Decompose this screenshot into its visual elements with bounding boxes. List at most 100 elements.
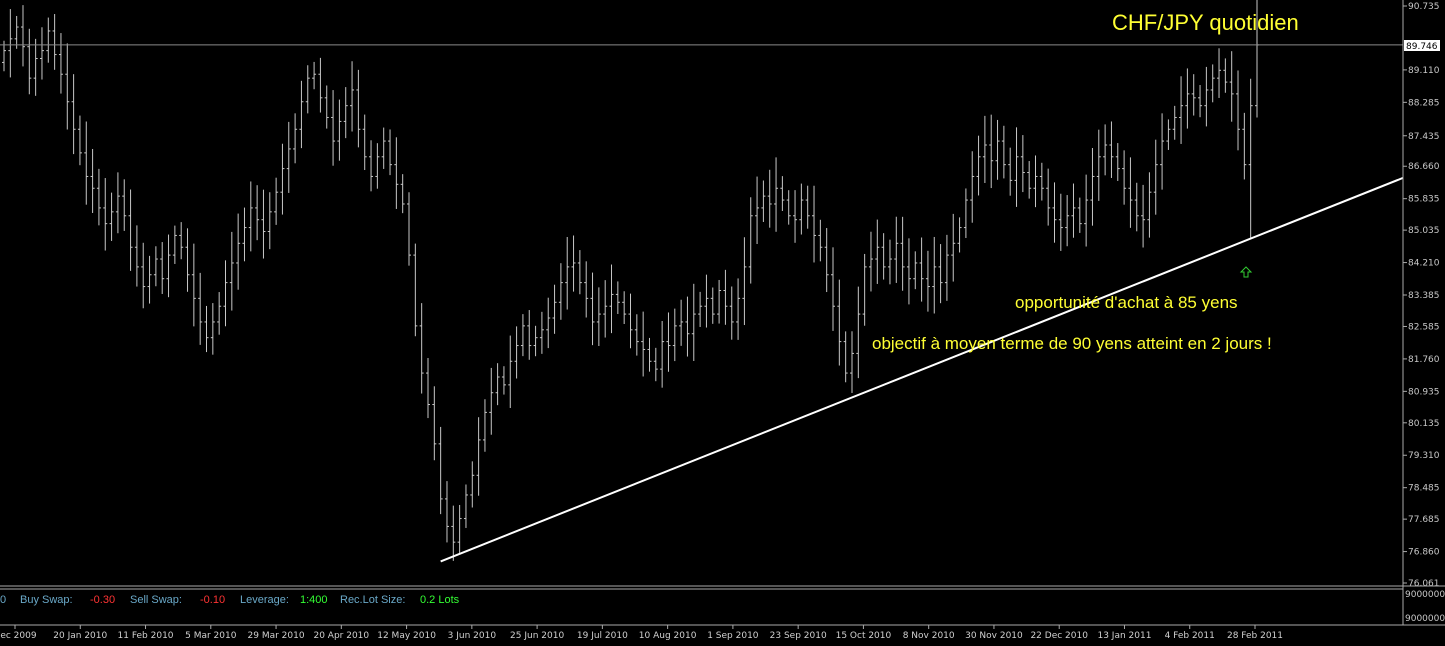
ohlc-bar [369, 140, 374, 192]
ohlc-bar [312, 61, 317, 90]
date-tick-label: 1 Sep 2010 [707, 631, 759, 641]
ohlc-bar [552, 284, 557, 334]
ohlc-bar [761, 180, 766, 222]
ohlc-bar [615, 281, 620, 314]
info-lead: 0 [0, 594, 6, 606]
ohlc-bar [324, 85, 329, 129]
date-tick-label: 20 Jan 2010 [53, 631, 107, 641]
ohlc-bar [527, 310, 532, 360]
ohlc-bar [1141, 184, 1146, 248]
ohlc-bar [39, 27, 44, 80]
ohlc-bar [1046, 168, 1051, 226]
ohlc-bar [970, 151, 975, 223]
ohlc-bar [932, 236, 937, 314]
ohlc-bar [1134, 182, 1139, 232]
ohlc-bar [533, 325, 538, 357]
ohlc-bar [1109, 121, 1114, 178]
ohlc-bar [1027, 161, 1032, 199]
date-tick-label: 29 Mar 2010 [248, 631, 305, 641]
ohlc-bar [476, 417, 481, 496]
ohlc-bar [109, 192, 114, 241]
date-tick-label: 30 Nov 2010 [965, 631, 1023, 641]
ohlc-bar [1204, 66, 1209, 127]
ohlc-bar [84, 121, 89, 205]
ohlc-bar [77, 115, 82, 166]
date-tick-label: Dec 2009 [0, 631, 37, 641]
ohlc-bar [736, 278, 741, 340]
ohlc-bar [1084, 174, 1089, 247]
price-tick-label: 76.860 [1408, 548, 1440, 558]
ohlc-bar [1242, 112, 1247, 180]
ohlc-bar [115, 172, 120, 234]
price-tick-label: 84.210 [1408, 259, 1440, 269]
ohlc-bar [767, 169, 772, 228]
ohlc-bar [793, 190, 798, 243]
ohlc-bar [20, 5, 25, 67]
ohlc-bar [274, 177, 279, 225]
ohlc-bar [514, 326, 519, 379]
buy-swap-value: -0.30 [90, 594, 115, 606]
ohlc-bar [856, 286, 861, 379]
date-tick-label: 5 Mar 2010 [185, 631, 237, 641]
price-tick-label: 89.110 [1408, 66, 1440, 76]
ohlc-bar [546, 297, 551, 349]
ohlc-bar [1248, 78, 1253, 240]
annotation-target-reached: objectif à moyen terme de 90 yens attein… [872, 334, 1272, 353]
ohlc-bar [837, 279, 842, 366]
ohlc-bar [337, 99, 342, 161]
ohlc-bar [495, 363, 500, 406]
ohlc-bar [596, 287, 601, 346]
ohlc-bar [1008, 147, 1013, 196]
price-tick-label: 80.135 [1408, 419, 1440, 429]
date-tick-label: 19 Jul 2010 [577, 631, 628, 641]
ohlc-bar [679, 299, 684, 346]
ohlc-bar [1103, 124, 1108, 176]
price-tick-label: 88.285 [1408, 98, 1440, 108]
ohlc-bar [666, 312, 671, 372]
ohlc-bar [634, 314, 639, 356]
ohlc-bar [457, 504, 462, 555]
ohlc-bar [881, 233, 886, 280]
ohlc-bar [362, 114, 367, 171]
ohlc-bar [8, 9, 13, 78]
lot-size-value: 0.2 Lots [420, 594, 460, 606]
ohlc-bar [704, 274, 709, 328]
ohlc-bar [508, 335, 513, 408]
ohlc-bar [875, 219, 880, 284]
chart-canvas[interactable]: CHF/JPY quotidien opportunité d'achat à … [0, 0, 1445, 646]
ohlc-bar [774, 157, 779, 232]
ohlc-bar [1198, 85, 1203, 118]
price-tick-label: 85.835 [1408, 195, 1440, 205]
price-tick-label: 77.685 [1408, 515, 1440, 525]
info-bar: 0 Buy Swap: -0.30 Sell Swap: -0.10 Lever… [0, 594, 460, 606]
ohlc-bar [590, 272, 595, 346]
ohlc-bar [868, 231, 873, 292]
annotation-buy-opportunity: opportunité d'achat à 85 yens [1015, 293, 1238, 312]
ohlc-bar [153, 246, 158, 287]
ohlc-bar [742, 237, 747, 326]
ohlc-bar [584, 261, 589, 318]
ohlc-bar [160, 242, 165, 294]
ohlc-bar [223, 260, 228, 327]
ohlc-bar [1058, 193, 1063, 251]
ohlc-bar [1229, 51, 1234, 122]
ohlc-bar [52, 14, 57, 70]
ohlc-bar [463, 484, 468, 528]
ohlc-bar [1090, 147, 1095, 226]
ohlc-bar [501, 366, 506, 395]
date-tick-label: 22 Dec 2010 [1030, 631, 1088, 641]
date-tick-label: 28 Feb 2011 [1227, 631, 1283, 641]
date-tick-label: 8 Nov 2010 [903, 631, 955, 641]
ohlc-bar [1153, 139, 1158, 215]
ohlc-bar [90, 148, 95, 213]
ohlc-bar [331, 90, 336, 166]
ohlc-bar [698, 291, 703, 327]
ohlc-bar [571, 235, 576, 292]
ohlc-bar [780, 176, 785, 211]
support-trendline[interactable] [440, 176, 1404, 563]
price-tick-label: 79.310 [1408, 451, 1440, 461]
ohlc-bar [356, 69, 361, 148]
ohlc-bar [375, 143, 380, 189]
ohlc-bar [14, 15, 19, 49]
ohlc-bar [717, 279, 722, 324]
